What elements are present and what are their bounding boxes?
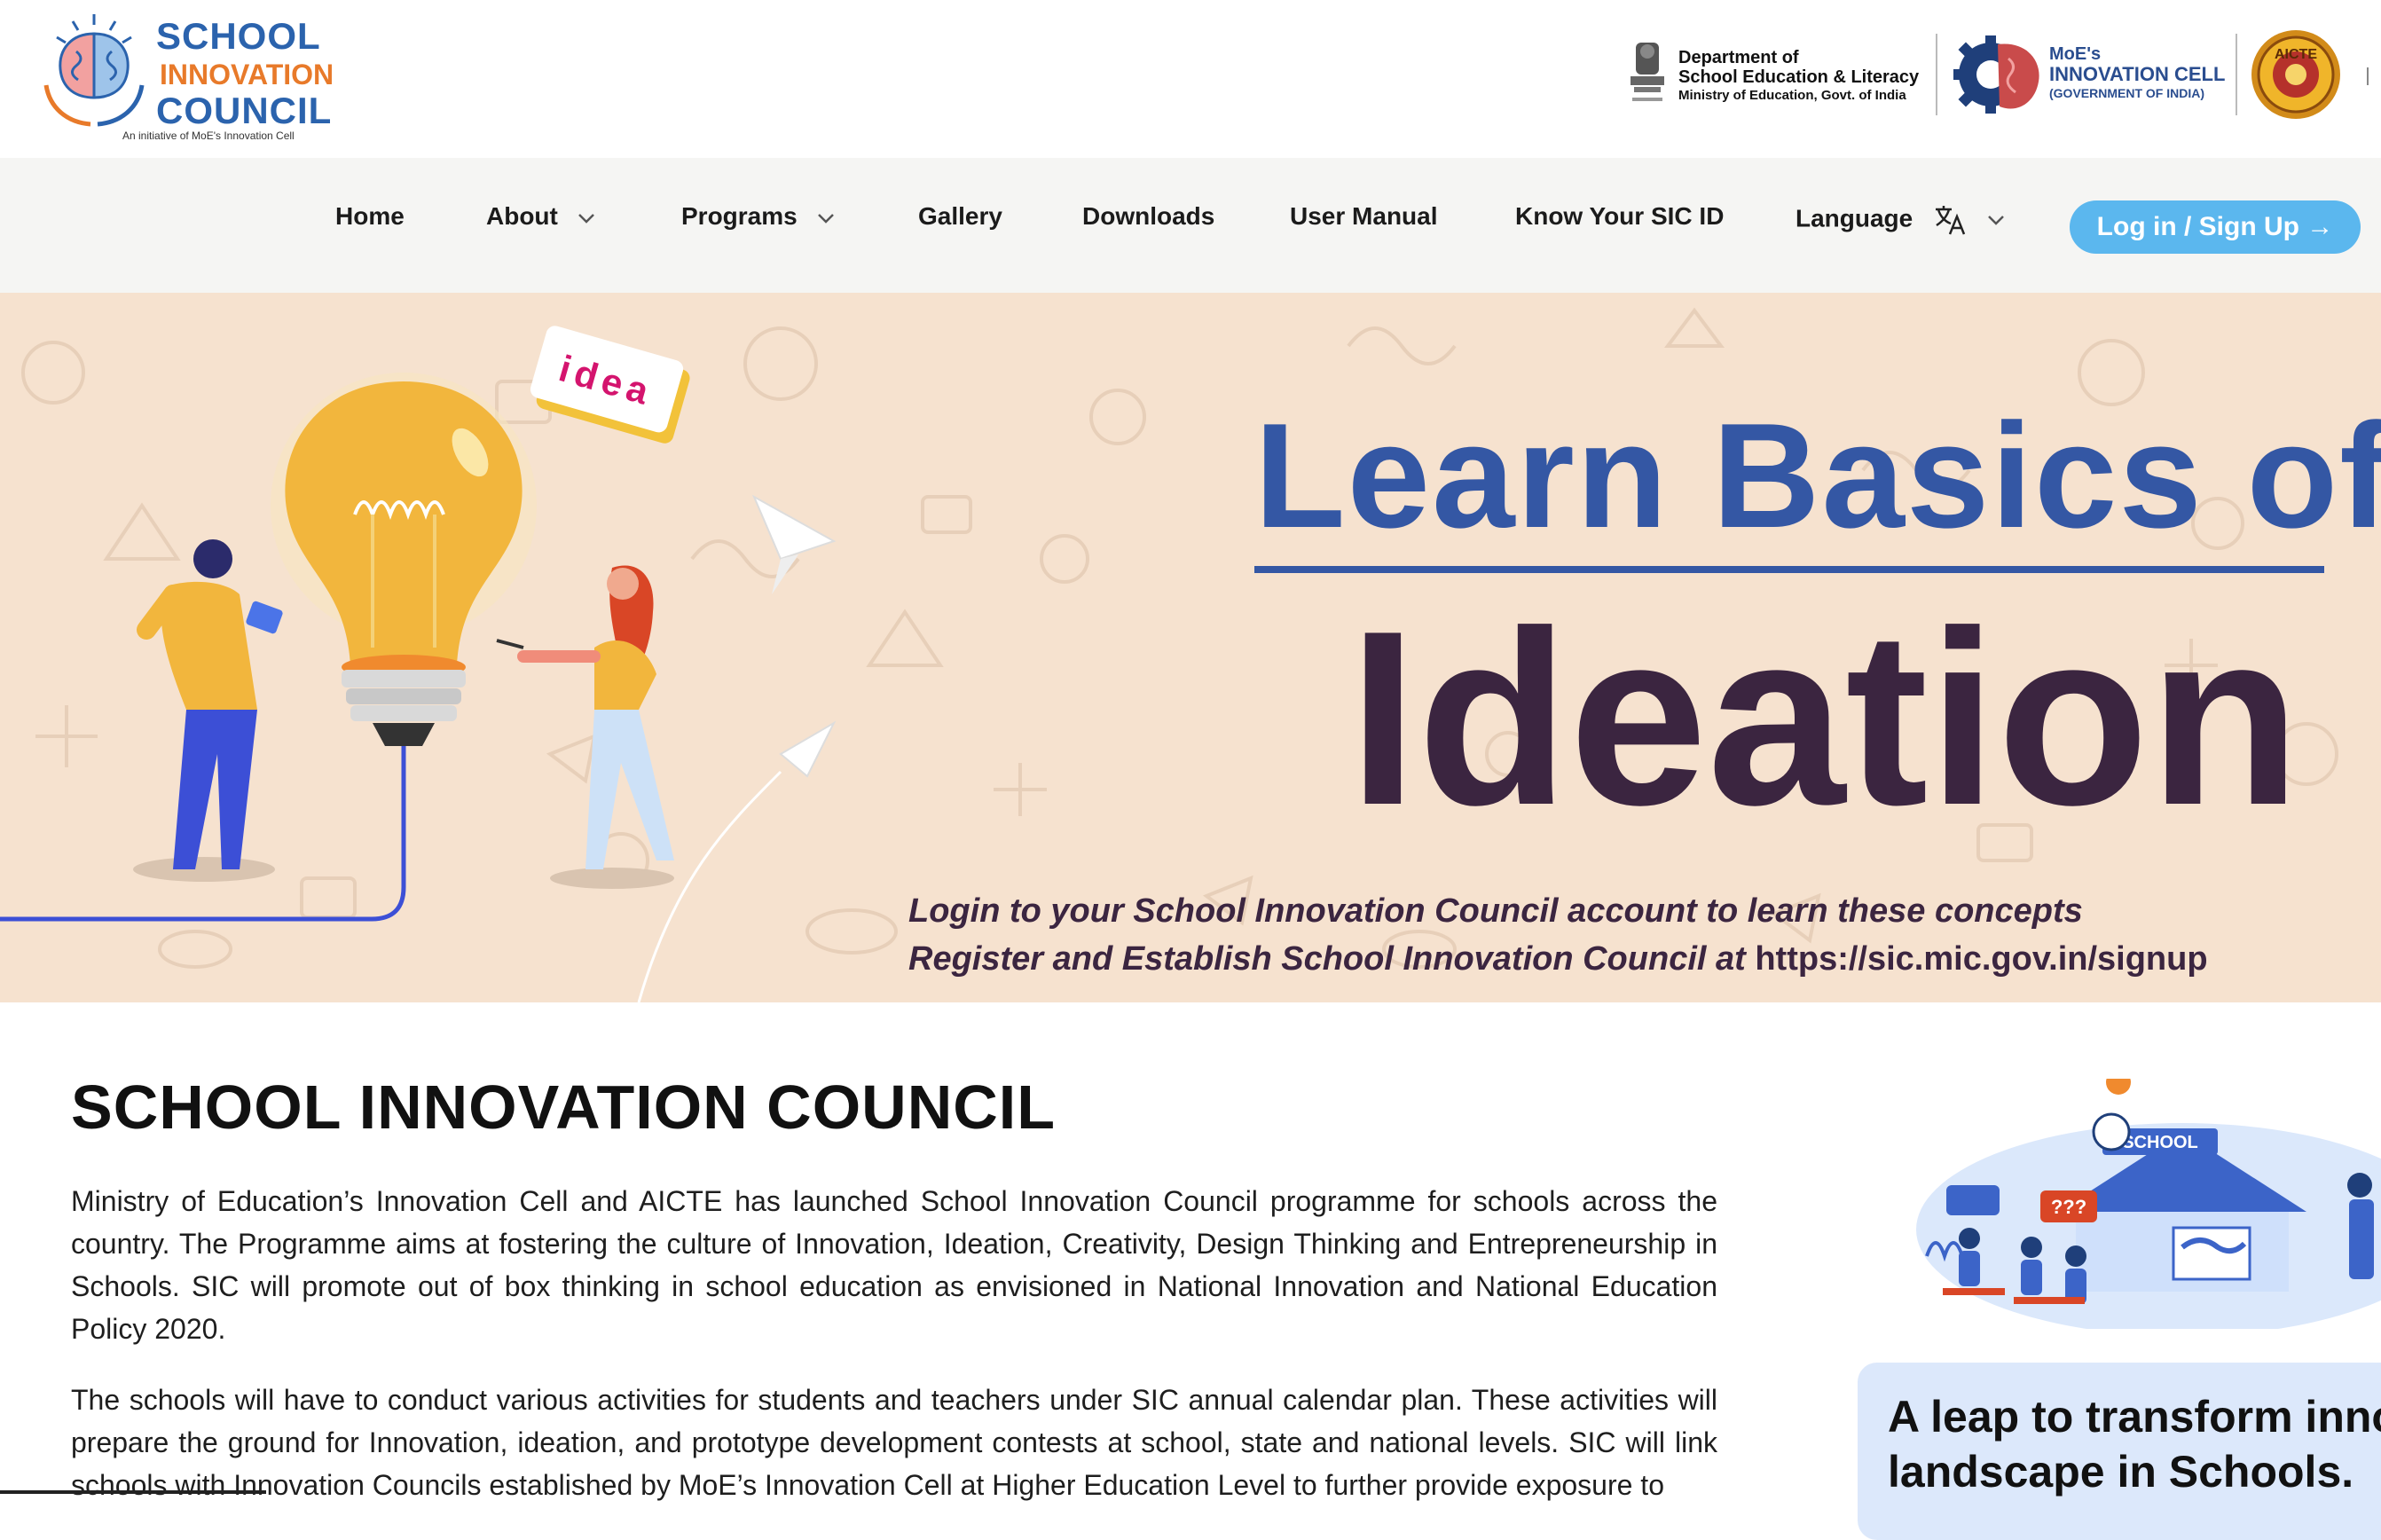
hero-banner[interactable]: idea Learn Basics of Ideation Login to y… [0,293,2381,1002]
nav-about-label: About [486,202,558,230]
logo-tagline: An initiative of MoE's Innovation Cell [122,130,295,142]
partner-overflow-mark [2367,67,2381,85]
nav-home[interactable]: Home [335,202,405,231]
nav-user-manual-label: User Manual [1290,202,1438,230]
nav-about[interactable]: About [486,202,595,231]
logo-line-school: SCHOOL [156,15,321,57]
moe-line2: INNOVATION CELL [2049,63,2226,85]
moe-line1: MoE's [2049,44,2102,64]
nav-programs[interactable]: Programs [681,202,835,231]
nav-language-label: Language [1796,204,1913,232]
brain-logo-icon [43,14,145,127]
nav-know-your-sic-id[interactable]: Know Your SIC ID [1515,202,1724,231]
nav-home-label: Home [335,202,405,230]
nav-gallery[interactable]: Gallery [918,202,1002,231]
question-marks-label: ??? [2051,1196,2086,1218]
hero-subtitle-line2: Register and Establish School Innovation… [908,940,2208,978]
transform-card-text: A leap to transform innova landscape in … [1888,1389,2381,1499]
dept-line2: School Education & Literacy [1678,67,1920,87]
logo-wordmark: SCHOOL INNOVATION COUNCIL [156,18,334,130]
aicte-seal-icon: AICTE [2251,30,2340,119]
paper-plane-icon [751,494,837,561]
nav-downloads-label: Downloads [1082,202,1215,230]
aicte-seal-label: AICTE [2275,47,2317,62]
site-header: SCHOOL INNOVATION COUNCIL An initiative … [0,0,2381,158]
transform-card-line1: A leap to transform innova [1888,1392,2381,1442]
school-illustration: SCHOOL ??? [1916,1079,2381,1329]
aicte-logo[interactable]: AICTE [2250,27,2347,124]
chevron-down-icon [578,213,594,224]
partner-logos: Department of School Education & Literac… [1618,27,2381,124]
intro-paragraph-2: The schools will have to conduct various… [71,1384,1717,1501]
partner-divider [1936,34,1937,115]
dept-school-education-logo[interactable]: Department of School Education & Literac… [1618,27,1920,124]
partner-divider [2236,34,2237,115]
transform-card: A leap to transform innova landscape in … [1858,1363,2381,1540]
school-sign-label: SCHOOL [2122,1133,2198,1152]
nav-gallery-label: Gallery [918,202,1002,230]
nav-downloads[interactable]: Downloads [1082,202,1214,231]
logo-line-innovation: INNOVATION [160,59,334,90]
logo-line-council: COUNCIL [156,90,333,131]
nav-programs-label: Programs [681,202,798,230]
paper-plane-icon [779,720,837,778]
moe-innovation-cell-logo[interactable]: MoE's INNOVATION CELL (GOVERNMENT OF IND… [1953,27,2225,124]
sic-logo[interactable]: SCHOOL INNOVATION COUNCIL An initiative … [41,11,334,142]
nav-sic-id-label: Know Your SIC ID [1515,202,1725,230]
intro-paragraph-1: Ministry of Education’s Innovation Cell … [71,1185,1717,1345]
dept-line1: Department of [1678,48,1799,67]
dept-line3: Ministry of Education, Govt. of India [1678,88,1906,103]
hero-title-line1: Learn Basics of [1254,392,2381,559]
nav-user-manual[interactable]: User Manual [1290,202,1438,231]
transform-card-line2: landscape in Schools. [1888,1447,2354,1497]
hero-signup-url[interactable]: https://sic.mic.gov.in/signup [1755,940,2207,978]
lightbulb-illustration: idea [0,326,837,1002]
page-title: SCHOOL INNOVATION COUNCIL [71,1072,1056,1142]
hero-subtitle-line1: Login to your School Innovation Council … [908,892,2083,930]
translate-icon [1936,206,1966,235]
chevron-down-icon [817,213,834,224]
hero-subtitle-prefix: Register and Establish School Innovation… [908,940,1756,978]
emblem-icon [1631,43,1664,101]
nav-language[interactable]: Language [1796,202,2005,238]
hero-title-line2: Ideation [1348,580,2301,857]
hero-title-rule [1254,566,2324,573]
gear-brain-icon [1953,35,2039,114]
login-signup-button[interactable]: Log in / Sign Up → [2070,200,2361,254]
moe-line3: (GOVERNMENT OF INDIA) [2049,86,2204,100]
bottom-left-bar [0,1490,266,1494]
main-nav: Home About Programs Gallery Downloads Us… [0,158,2381,293]
chevron-down-icon [1987,216,2004,225]
